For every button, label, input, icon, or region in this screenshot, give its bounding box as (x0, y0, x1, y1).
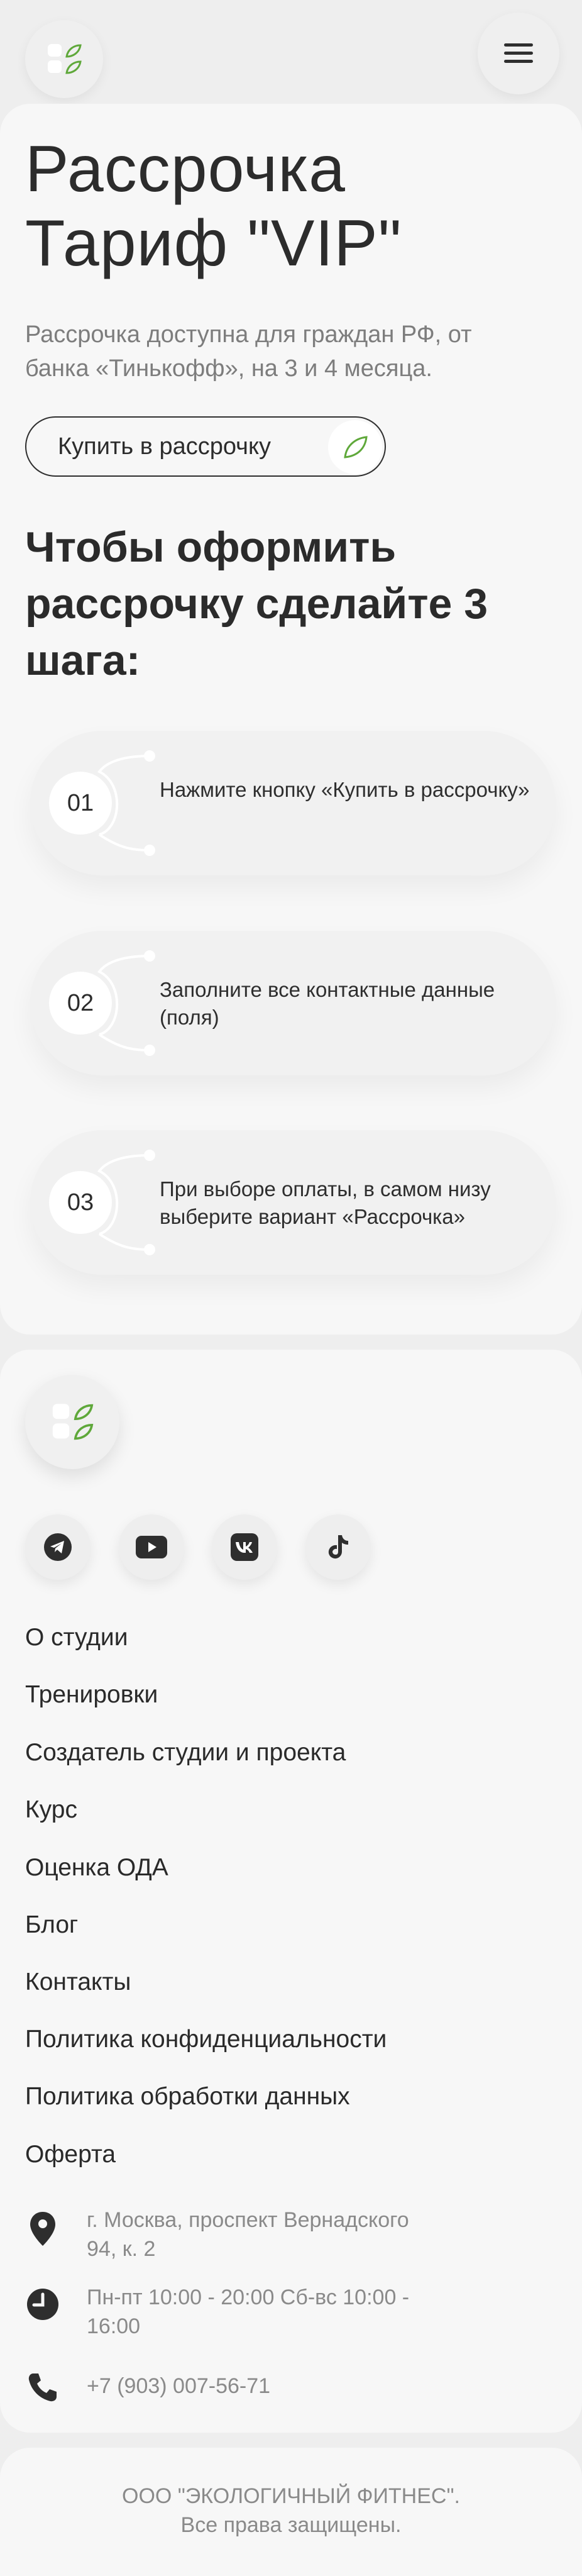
steps-title: Чтобы оформить рассрочку сделайте 3 шага… (25, 523, 488, 684)
logo[interactable] (25, 20, 103, 98)
clock-icon (25, 2285, 60, 2323)
copyright-company: ООО "ЭКОЛОГИЧНЫЙ ФИТНЕС". (122, 2484, 460, 2508)
footer-nav-privacy[interactable]: Политика конфиденциальности (25, 2026, 387, 2053)
studio-logo-icon (52, 1404, 94, 1440)
installment-description: Рассрочка доступна для граждан РФ, от ба… (25, 321, 472, 382)
youtube-link[interactable] (119, 1514, 184, 1580)
step-number: 03 (49, 1171, 112, 1234)
address-text: г. Москва, проспект Вернадского 94, к. 2 (87, 2208, 409, 2261)
phone-link[interactable]: +7 (903) 007-56-71 (87, 2372, 439, 2401)
step-card: 03 При выборе оплаты, в самом низу выбер… (30, 1130, 556, 1275)
location-icon (25, 2210, 60, 2248)
footer-nav-trainings[interactable]: Тренировки (25, 1681, 158, 1709)
installment-card: Рассрочка Тариф "VIP" Рассрочка доступна… (0, 104, 582, 1335)
hamburger-menu-icon (504, 43, 533, 63)
step-card: 02 Заполните все контактные данные (поля… (30, 931, 556, 1075)
footer-nav-course[interactable]: Курс (25, 1796, 77, 1824)
youtube-icon (136, 1536, 167, 1558)
copyright-rights: Все права защищены. (180, 2513, 402, 2537)
page-title: Рассрочка Тариф "VIP" (25, 133, 402, 280)
tiktok-icon (328, 1535, 348, 1559)
vk-link[interactable] (212, 1514, 277, 1580)
telegram-icon (44, 1533, 72, 1561)
hours-text: Пн-пт 10:00 - 20:00 Сб-вс 10:00 - 16:00 (87, 2285, 410, 2338)
vk-icon (231, 1533, 258, 1561)
step-number: 02 (49, 972, 112, 1035)
leaf-icon (344, 436, 368, 458)
step-text: Заполните все контактные данные (поля) (160, 978, 495, 1029)
step-card: 01 Нажмите кнопку «Купить в рассрочку» (30, 731, 556, 875)
leaf-icon-wrap (328, 420, 382, 474)
step-number: 01 (49, 772, 112, 835)
buy-installment-label: Купить в рассрочку (58, 433, 271, 460)
copyright-bar: ООО "ЭКОЛОГИЧНЫЙ ФИТНЕС". Все права защи… (0, 2448, 582, 2576)
footer-logo[interactable] (25, 1375, 119, 1469)
footer-nav-offer[interactable]: Оферта (25, 2141, 116, 2168)
step-text: Нажмите кнопку «Купить в рассрочку» (160, 778, 530, 801)
menu-button[interactable] (478, 13, 559, 94)
telegram-link[interactable] (25, 1514, 91, 1580)
phone-icon (25, 2368, 60, 2406)
footer-nav-creator[interactable]: Создатель студии и проекта (25, 1739, 346, 1767)
footer: О студии Тренировки Создатель студии и п… (0, 1350, 582, 2433)
tiktok-link[interactable] (305, 1514, 371, 1580)
footer-nav-oda[interactable]: Оценка ОДА (25, 1854, 168, 1882)
footer-nav-data-policy[interactable]: Политика обработки данных (25, 2083, 350, 2111)
buy-installment-button[interactable]: Купить в рассрочку (25, 416, 386, 477)
step-text: При выборе оплаты, в самом низу выберите… (160, 1177, 491, 1228)
footer-nav-blog[interactable]: Блог (25, 1911, 78, 1939)
header (0, 0, 582, 104)
copyright: ООО "ЭКОЛОГИЧНЫЙ ФИТНЕС". Все права защи… (0, 2482, 582, 2540)
footer-nav-about[interactable]: О студии (25, 1624, 128, 1652)
studio-logo-icon (48, 44, 82, 74)
footer-nav-contacts[interactable]: Контакты (25, 1968, 131, 1996)
